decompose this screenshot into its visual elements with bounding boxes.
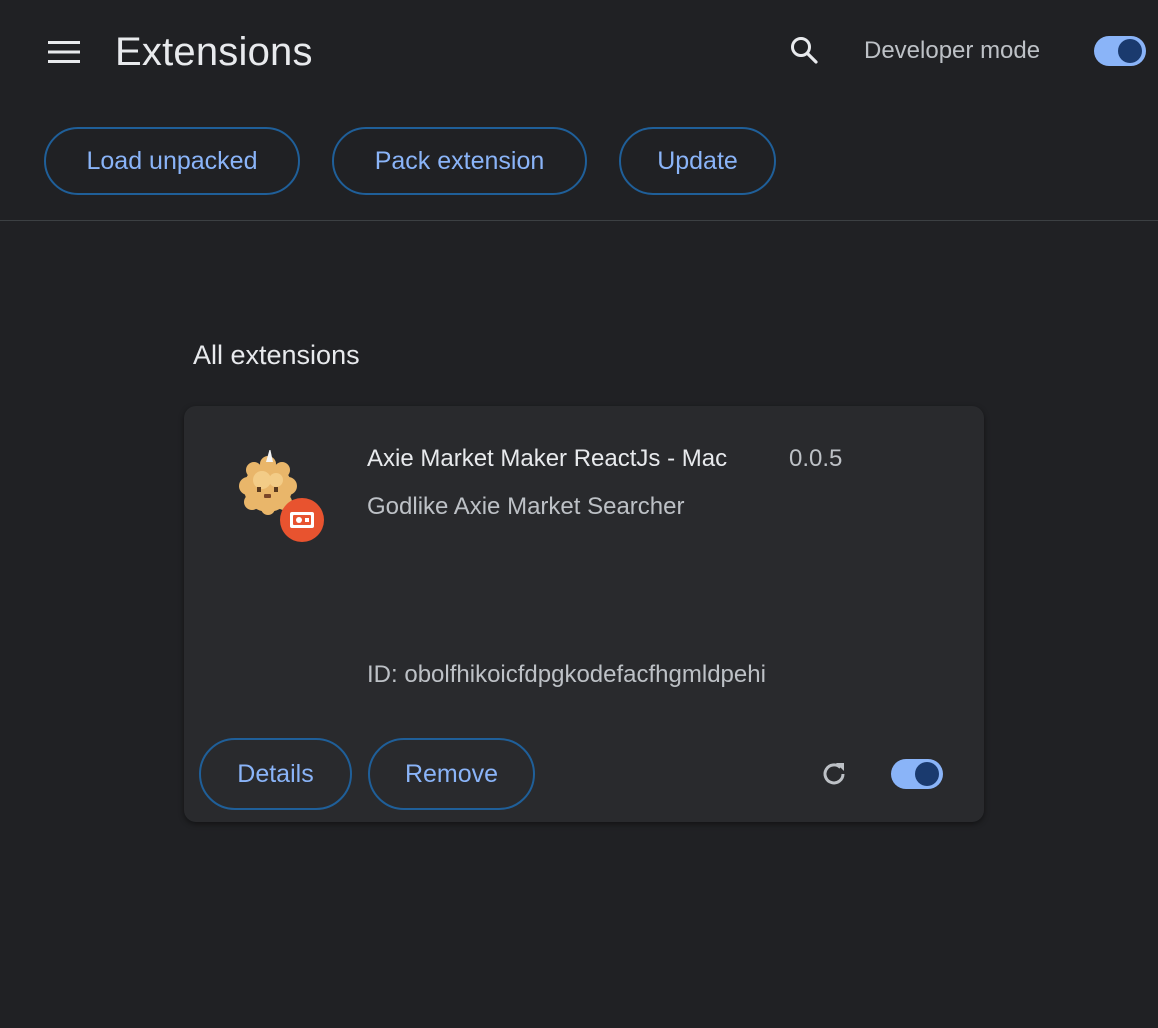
extension-id: ID: obolfhikoicfdpgkodefacfhgmldpehi bbox=[367, 660, 766, 690]
details-button[interactable]: Details bbox=[199, 738, 352, 810]
extensions-page: Extensions Developer mode Load unpacked … bbox=[0, 0, 1158, 1028]
update-button[interactable]: Update bbox=[619, 127, 776, 195]
extension-version: 0.0.5 bbox=[789, 445, 843, 472]
section-title: All extensions bbox=[193, 340, 360, 370]
developer-mode-toggle[interactable] bbox=[1094, 36, 1146, 66]
hamburger-menu-icon bbox=[48, 41, 80, 63]
extension-description: Godlike Axie Market Searcher bbox=[367, 493, 685, 520]
reload-icon bbox=[823, 763, 845, 785]
page-title: Extensions bbox=[115, 30, 313, 74]
remove-button[interactable]: Remove bbox=[368, 738, 535, 810]
search-icon bbox=[791, 37, 818, 64]
developer-toolbar: Load unpacked Pack extension Update bbox=[0, 104, 1158, 221]
pack-extension-button[interactable]: Pack extension bbox=[332, 127, 587, 195]
menu-button[interactable] bbox=[40, 30, 88, 74]
toggle-knob bbox=[1118, 39, 1142, 63]
extension-name: Axie Market Maker ReactJs - Mac bbox=[367, 445, 728, 472]
reload-button[interactable] bbox=[812, 752, 856, 796]
extension-icon bbox=[232, 448, 332, 550]
axie-creature-icon bbox=[239, 448, 324, 542]
load-unpacked-button[interactable]: Load unpacked bbox=[44, 127, 300, 195]
extension-card: Axie Market Maker ReactJs - Mac 0.0.5 Go… bbox=[184, 406, 984, 822]
developer-mode-label: Developer mode bbox=[864, 37, 1041, 64]
extension-enabled-toggle[interactable] bbox=[891, 759, 943, 789]
extension-id-label: ID: bbox=[367, 661, 398, 688]
toggle-knob bbox=[915, 762, 939, 786]
extension-id-value: obolfhikoicfdpgkodefacfhgmldpehi bbox=[404, 661, 766, 688]
header: Extensions Developer mode bbox=[0, 0, 1158, 104]
search-button[interactable] bbox=[780, 28, 828, 72]
